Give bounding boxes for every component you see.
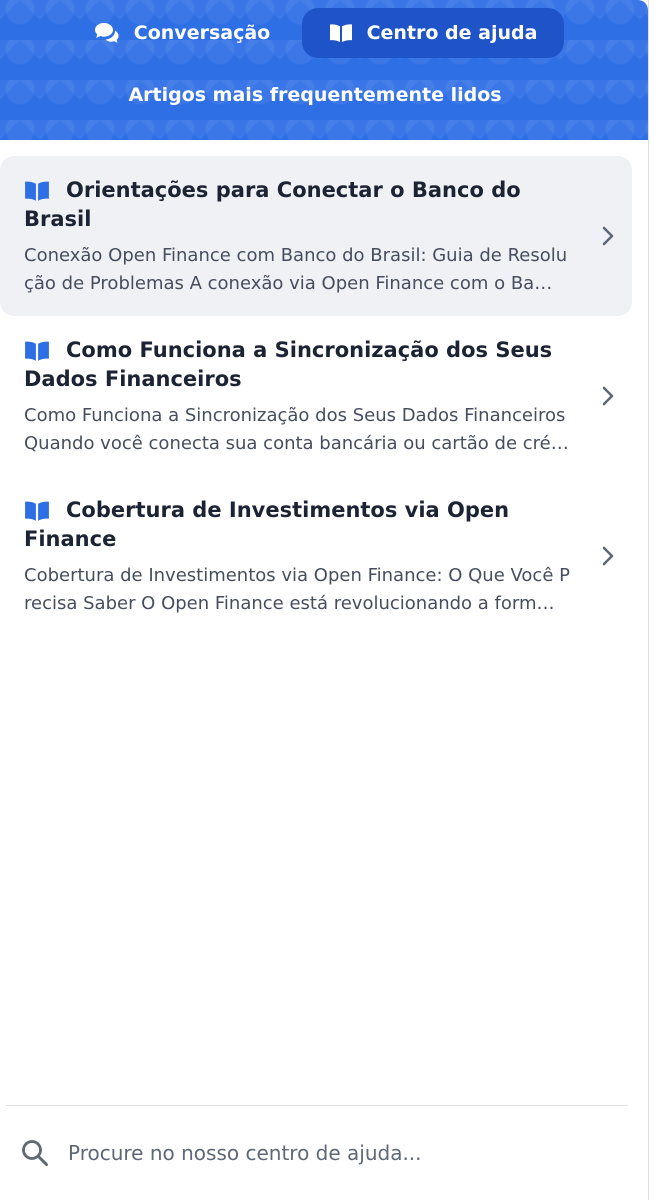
tab-conversation-label: Conversação bbox=[133, 22, 271, 44]
article-item[interactable]: Como Funciona a Sincronização dos Seus D… bbox=[0, 316, 632, 476]
article-excerpt: Como Funciona a Sincronização dos Seus D… bbox=[24, 405, 569, 454]
article-excerpt: Cobertura de Investimentos via Open Fina… bbox=[24, 565, 570, 614]
help-widget: Conversação Centro de ajuda Artigos mais… bbox=[0, 0, 649, 1200]
tab-help-center[interactable]: Centro de ajuda bbox=[302, 8, 564, 58]
article-item[interactable]: Orientações para Conectar o Banco do Bra… bbox=[0, 156, 632, 316]
article-excerpt: Conexão Open Finance com Banco do Brasil… bbox=[24, 245, 568, 294]
chat-bubbles-icon bbox=[94, 23, 119, 43]
search-icon bbox=[22, 1140, 48, 1166]
article-item[interactable]: Cobertura de Investimentos via Open Fina… bbox=[0, 476, 632, 636]
tab-help-center-label: Centro de ajuda bbox=[366, 22, 538, 44]
search-input[interactable] bbox=[66, 1132, 610, 1174]
header-title: Artigos mais frequentemente lidos bbox=[128, 84, 502, 106]
header-banner: Conversação Centro de ajuda Artigos mais… bbox=[0, 0, 648, 140]
chevron-right-icon bbox=[602, 546, 614, 566]
book-open-icon bbox=[329, 24, 352, 42]
article-title: Como Funciona a Sincronização dos Seus D… bbox=[24, 338, 553, 391]
tab-conversation[interactable]: Conversação bbox=[84, 8, 280, 58]
article-title: Cobertura de Investimentos via Open Fina… bbox=[24, 498, 510, 551]
chevron-right-icon bbox=[602, 226, 614, 246]
article-list: Orientações para Conectar o Banco do Bra… bbox=[0, 156, 648, 636]
search-bar bbox=[0, 1106, 648, 1200]
chevron-right-icon bbox=[602, 386, 614, 406]
article-title: Orientações para Conectar o Banco do Bra… bbox=[24, 178, 521, 231]
tab-bar: Conversação Centro de ajuda bbox=[0, 8, 648, 58]
